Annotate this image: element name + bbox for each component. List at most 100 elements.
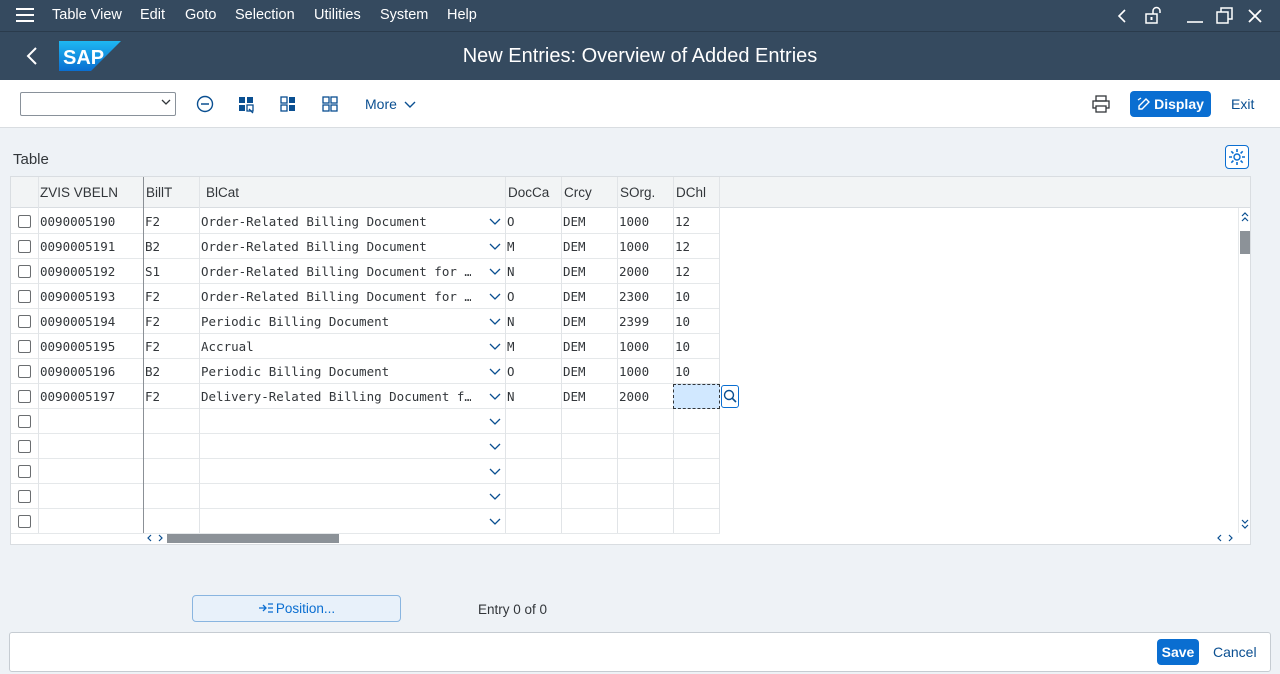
cell-blcat[interactable]: Periodic Billing Document [201,364,471,379]
cell-sorg[interactable]: 2300 [619,289,671,304]
chevron-down-icon[interactable] [489,441,501,451]
cell-docca[interactable]: N [507,314,559,329]
cell-crcy[interactable]: DEM [563,214,615,229]
cell-blcat[interactable]: Periodic Billing Document [201,314,471,329]
cell-crcy[interactable]: DEM [563,239,615,254]
close-icon[interactable] [1247,8,1263,24]
menu-edit[interactable]: Edit [140,7,165,23]
print-icon[interactable] [1092,95,1110,113]
row-select-checkbox[interactable] [18,365,31,378]
cell-blcat[interactable]: Order-Related Billing Document [201,239,471,254]
cell-docca[interactable]: M [507,339,559,354]
cell-vbeln[interactable]: 0090005193 [40,289,140,304]
scroll-up-icon[interactable] [1240,210,1250,224]
vertical-scrollbar[interactable] [1238,208,1250,533]
cell-docca[interactable]: M [507,239,559,254]
cell-sorg[interactable]: 1000 [619,339,671,354]
col-billt[interactable]: BillT [146,185,172,200]
menu-help[interactable]: Help [447,7,477,23]
cell-billt[interactable]: F2 [145,289,197,304]
cell-blcat[interactable]: Order-Related Billing Document for … [201,264,471,279]
cell-billt[interactable]: B2 [145,364,197,379]
table-row[interactable]: 0090005194 F2 Periodic Billing Document N DE… [11,309,720,334]
row-select-checkbox[interactable] [18,440,31,453]
cell-dchl[interactable]: 10 [675,339,715,354]
table-row[interactable] [11,509,720,534]
row-select-checkbox[interactable] [18,340,31,353]
cell-sorg[interactable]: 1000 [619,214,671,229]
table-row[interactable]: 0090005195 F2 Accrual M DEM 1000 10 [11,334,720,359]
cell-vbeln[interactable]: 0090005192 [40,264,140,279]
cell-vbeln[interactable]: 0090005191 [40,239,140,254]
value-help-button[interactable] [721,385,739,408]
cell-dchl[interactable]: 12 [675,264,715,279]
cancel-button[interactable]: Cancel [1213,644,1257,660]
table-row[interactable] [11,409,720,434]
menu-table-view[interactable]: Table View [52,7,122,23]
row-select-checkbox[interactable] [18,515,31,528]
chevron-down-icon[interactable] [489,491,501,501]
table-row[interactable] [11,434,720,459]
cell-billt[interactable]: F2 [145,339,197,354]
focused-cell[interactable] [673,384,720,409]
cell-sorg[interactable]: 1000 [619,239,671,254]
select-block-icon[interactable] [279,94,299,114]
cell-blcat[interactable]: Order-Related Billing Document for … [201,289,471,304]
row-select-checkbox[interactable] [18,390,31,403]
cell-dchl[interactable]: 10 [675,314,715,329]
deselect-all-icon[interactable] [321,94,341,114]
scroll-left-right-icon[interactable] [145,533,165,543]
cell-vbeln[interactable]: 0090005196 [40,364,140,379]
chevron-down-icon[interactable] [489,216,501,226]
chevron-down-icon[interactable] [489,416,501,426]
vertical-scroll-thumb[interactable] [1240,231,1250,254]
cell-docca[interactable]: O [507,214,559,229]
chevron-left-icon[interactable] [1115,8,1129,24]
menu-selection[interactable]: Selection [235,7,295,23]
chevron-down-icon[interactable] [489,516,501,526]
cell-sorg[interactable]: 1000 [619,364,671,379]
col-docca[interactable]: DocCa [508,185,549,200]
command-field[interactable] [20,92,176,116]
cell-billt[interactable]: F2 [145,314,197,329]
chevron-down-icon[interactable] [489,241,501,251]
col-zvis-vbeln[interactable]: ZVIS VBELN [40,185,118,200]
cell-vbeln[interactable]: 0090005194 [40,314,140,329]
cell-vbeln[interactable]: 0090005195 [40,339,140,354]
chevron-down-icon[interactable] [489,466,501,476]
table-row[interactable]: 0090005192 S1 Order-Related Billing Docume… [11,259,720,284]
chevron-down-icon[interactable] [489,291,501,301]
save-button[interactable]: Save [1157,639,1199,665]
scroll-left-right-icon[interactable] [1215,533,1235,543]
chevron-down-icon[interactable] [489,391,501,401]
cell-sorg[interactable]: 2399 [619,314,671,329]
col-blcat[interactable]: BlCat [206,185,239,200]
menu-utilities[interactable]: Utilities [314,7,361,23]
minimize-icon[interactable] [1186,8,1204,24]
scroll-down-icon[interactable] [1240,517,1250,531]
col-crcy[interactable]: Crcy [564,185,592,200]
table-row[interactable]: 0090005193 F2 Order-Related Billing Docume… [11,284,720,309]
col-sorg[interactable]: SOrg. [620,185,655,200]
row-select-checkbox[interactable] [18,240,31,253]
row-select-checkbox[interactable] [18,490,31,503]
cell-crcy[interactable]: DEM [563,339,615,354]
cell-dchl[interactable]: 10 [675,364,715,379]
cell-billt[interactable]: F2 [145,389,197,404]
cell-blcat[interactable]: Accrual [201,339,471,354]
cell-blcat[interactable]: Order-Related Billing Document [201,214,471,229]
row-select-checkbox[interactable] [18,215,31,228]
row-select-checkbox[interactable] [18,265,31,278]
select-all-icon[interactable] [237,94,257,114]
cell-docca[interactable]: N [507,389,559,404]
menu-icon[interactable] [16,8,34,22]
unlock-icon[interactable] [1144,6,1162,24]
position-button[interactable]: Position... [192,595,401,622]
cell-dchl[interactable]: 12 [675,239,715,254]
cell-crcy[interactable]: DEM [563,389,615,404]
cell-vbeln[interactable]: 0090005197 [40,389,140,404]
menu-system[interactable]: System [380,7,428,23]
table-row[interactable] [11,459,720,484]
table-row[interactable]: 0090005196 B2 Periodic Billing Document O DE… [11,359,720,384]
cell-dchl[interactable]: 12 [675,214,715,229]
